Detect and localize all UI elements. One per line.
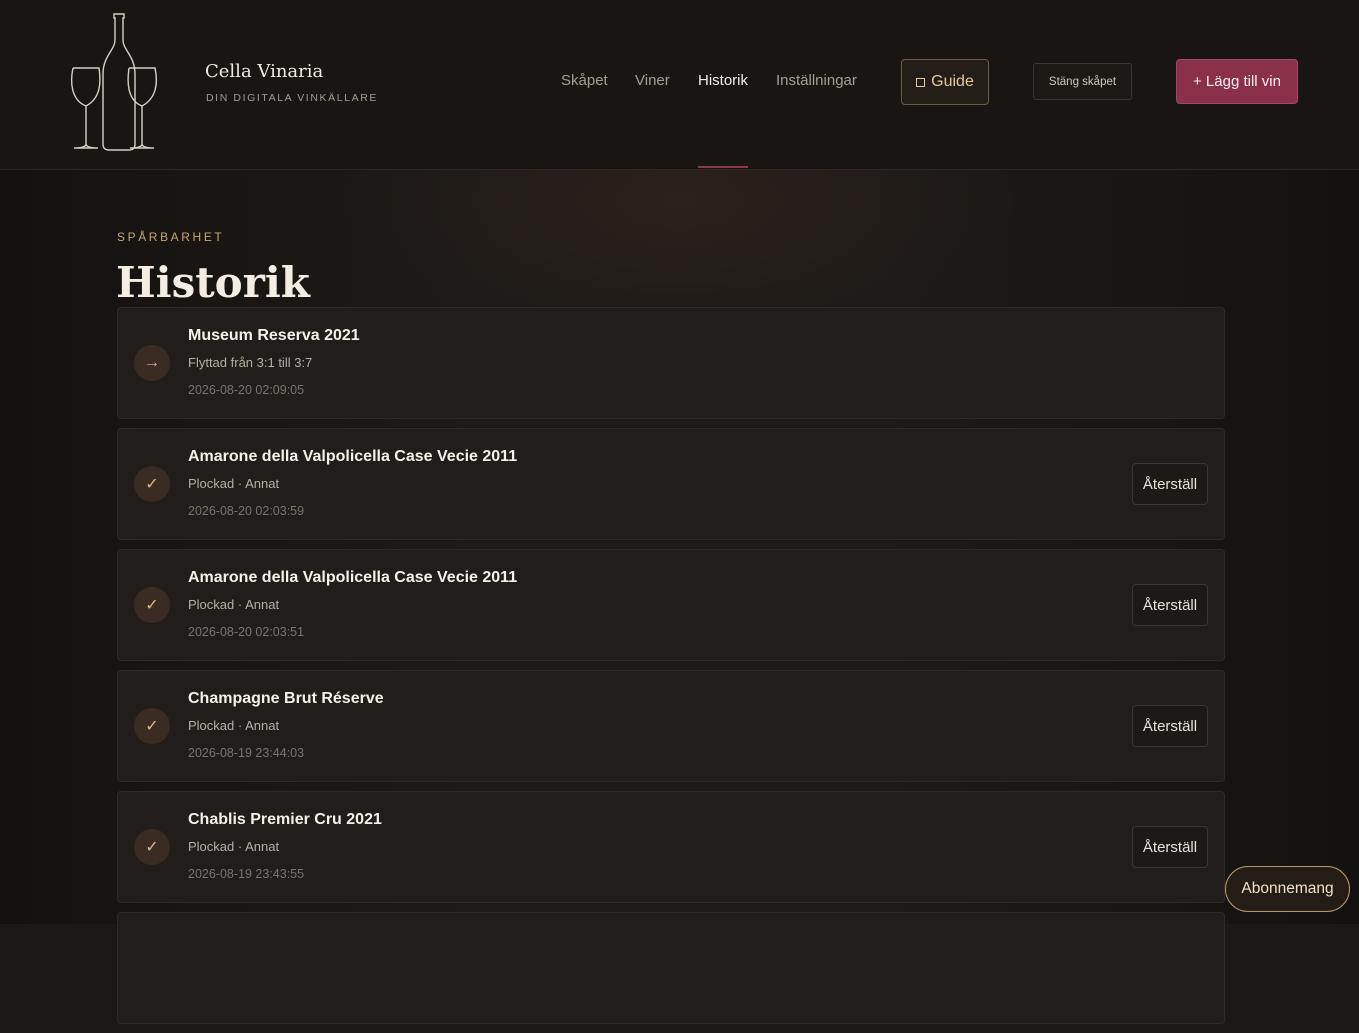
arrow-right-icon: → (134, 345, 170, 381)
add-wine-button[interactable]: + Lägg till vin (1176, 59, 1298, 104)
history-item-detail: Flyttad från 3:1 till 3:7 (188, 355, 313, 370)
history-item-name: Amarone della Valpolicella Case Vecie 20… (188, 569, 518, 586)
nav-item-skapet[interactable]: Skåpet (561, 72, 608, 89)
brand-name: Cella Vinaria (205, 61, 324, 82)
history-item-timestamp: 2026-08-19 23:43:55 (188, 867, 305, 881)
history-item-timestamp: 2026-08-20 02:09:05 (188, 383, 305, 397)
nav-item-historik[interactable]: Historik (698, 72, 748, 89)
page-title: Historik (116, 258, 310, 307)
nav-item-installningar[interactable]: Inställningar (776, 72, 857, 89)
history-item-name: Chablis Premier Cru 2021 (188, 811, 382, 828)
nav-item-viner[interactable]: Viner (635, 72, 670, 89)
history-list: → Museum Reserva 2021 Flyttad från 3:1 t… (117, 307, 1225, 1033)
top-header: Cella Vinaria DIN DIGITALA VINKÄLLARE Sk… (0, 0, 1359, 170)
close-cabinet-button[interactable]: Stäng skåpet (1033, 63, 1132, 100)
history-item: ✓ Amarone della Valpolicella Case Vecie … (117, 428, 1225, 540)
check-icon: ✓ (134, 829, 170, 865)
guide-button[interactable]: Guide (901, 59, 989, 105)
history-item-name: Museum Reserva 2021 (188, 327, 360, 344)
history-item-detail: Plockad · Annat (188, 476, 280, 491)
square-icon (916, 77, 926, 87)
history-item-detail: Plockad · Annat (188, 718, 280, 733)
restore-button[interactable]: Återställ (1132, 826, 1208, 868)
history-item: ✓ Chablis Premier Cru 2021 Plockad · Ann… (117, 791, 1225, 903)
check-icon: ✓ (134, 587, 170, 623)
subscription-button[interactable]: Abonnemang (1225, 866, 1350, 912)
check-icon: ✓ (134, 466, 170, 502)
history-item-detail: Plockad · Annat (188, 597, 280, 612)
check-icon: ✓ (134, 708, 170, 744)
history-item-name: Champagne Brut Réserve (188, 690, 384, 707)
brand-tagline: DIN DIGITALA VINKÄLLARE (206, 92, 378, 104)
restore-button[interactable]: Återställ (1132, 463, 1208, 505)
history-item: → Museum Reserva 2021 Flyttad från 3:1 t… (117, 307, 1225, 419)
history-item-detail: Plockad · Annat (188, 839, 280, 854)
wine-bottle-glasses-logo-icon (70, 13, 158, 151)
history-item-timestamp: 2026-08-20 02:03:59 (188, 504, 305, 518)
guide-button-label: Guide (931, 73, 974, 90)
history-item-timestamp: 2026-08-20 02:03:51 (188, 625, 305, 639)
history-item: ✓ Champagne Brut Réserve Plockad · Annat… (117, 670, 1225, 782)
nav-active-indicator (698, 166, 748, 168)
history-item-timestamp: 2026-08-19 23:44:03 (188, 746, 305, 760)
restore-button[interactable]: Återställ (1132, 584, 1208, 626)
history-item (117, 912, 1225, 1024)
history-item-name: Amarone della Valpolicella Case Vecie 20… (188, 448, 518, 465)
page-eyebrow: SPÅRBARHET (117, 230, 225, 244)
restore-button[interactable]: Återställ (1132, 705, 1208, 747)
history-item: ✓ Amarone della Valpolicella Case Vecie … (117, 549, 1225, 661)
